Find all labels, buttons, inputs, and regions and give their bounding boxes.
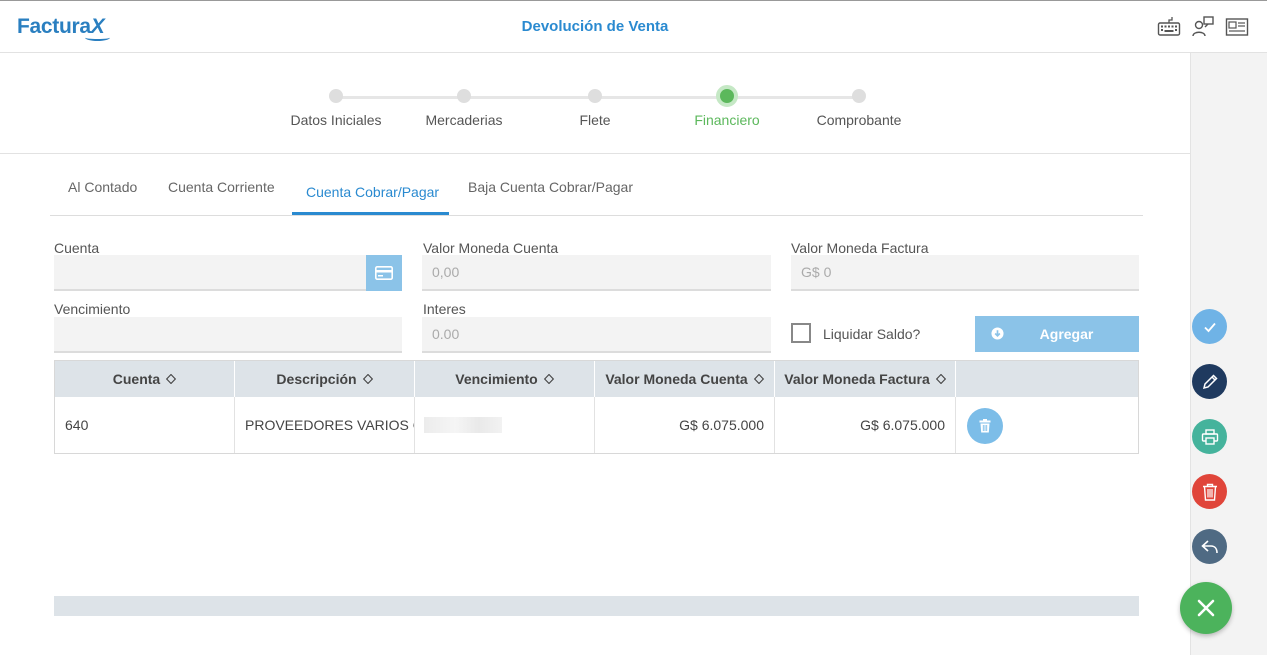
step-dot <box>852 89 866 103</box>
cell-valor-moneda-cuenta: G$ 6.075.000 <box>595 397 775 453</box>
actions-rail <box>1190 53 1267 655</box>
table-header: Cuenta Descripción Vencimiento Valor Mon… <box>55 361 1138 397</box>
app-header: FacturaX Devolución de Venta <box>0 1 1267 53</box>
table-footer-bar <box>54 596 1139 616</box>
cell-descripcion: PROVEEDORES VARIOS GS <box>235 397 415 453</box>
step-label: Datos Iniciales <box>290 112 382 128</box>
sort-icon <box>753 374 764 384</box>
step-label: Financiero <box>694 112 760 128</box>
vencimiento-label: Vencimiento <box>54 301 131 317</box>
page-title: Devolución de Venta <box>521 18 669 35</box>
column-header-cuenta[interactable]: Cuenta <box>55 361 235 397</box>
step-dot-active <box>716 85 738 107</box>
newspaper-icon[interactable] <box>1225 15 1249 39</box>
cell-cuenta: 640 <box>55 397 235 453</box>
header-icons <box>1157 15 1249 39</box>
sort-icon <box>543 374 554 384</box>
step-label: Flete <box>579 112 611 128</box>
column-title: Vencimiento <box>455 371 538 387</box>
edit-button[interactable] <box>1192 364 1227 399</box>
back-button[interactable] <box>1192 529 1227 564</box>
agregar-label: Agregar <box>1039 326 1094 342</box>
sort-icon <box>935 374 946 384</box>
delete-row-button[interactable] <box>967 408 1003 444</box>
sort-icon <box>166 374 177 384</box>
printer-icon <box>1201 428 1218 445</box>
close-fab-button[interactable] <box>1180 582 1232 634</box>
reply-icon <box>1200 539 1218 553</box>
column-title: Valor Moneda Factura <box>784 371 930 387</box>
credit-card-icon <box>375 266 393 280</box>
sort-icon <box>362 374 373 384</box>
liquidar-saldo-checkbox[interactable] <box>791 323 811 343</box>
confirm-button[interactable] <box>1192 309 1227 344</box>
valor-moneda-cuenta-label: Valor Moneda Cuenta <box>423 240 559 256</box>
step-dot <box>588 89 602 103</box>
step-comprobante[interactable]: Comprobante <box>789 89 929 128</box>
interes-label: Interes <box>423 301 466 317</box>
interes-input[interactable]: 0.00 <box>422 317 771 353</box>
column-header-descripcion[interactable]: Descripción <box>235 361 415 397</box>
delete-button[interactable] <box>1192 474 1227 509</box>
column-title: Valor Moneda Cuenta <box>605 371 748 387</box>
step-mercaderias[interactable]: Mercaderias <box>394 89 534 128</box>
pencil-icon <box>1202 373 1218 389</box>
column-header-valor-moneda-factura[interactable]: Valor Moneda Factura <box>775 361 956 397</box>
step-label: Comprobante <box>816 112 902 128</box>
trash-icon <box>1202 483 1217 501</box>
keyboard-icon[interactable] <box>1157 15 1181 39</box>
valor-moneda-factura-input[interactable]: G$ 0 <box>791 255 1139 291</box>
valor-moneda-cuenta-input[interactable]: 0,00 <box>422 255 771 291</box>
agregar-button[interactable]: Agregar <box>975 316 1139 352</box>
close-icon <box>1197 599 1215 617</box>
cuenta-lookup-button[interactable] <box>366 255 402 291</box>
users-icon[interactable] <box>1191 15 1215 39</box>
cell-valor-moneda-factura: G$ 6.075.000 <box>775 397 956 453</box>
step-dot <box>329 89 343 103</box>
step-financiero[interactable]: Financiero <box>657 85 797 128</box>
tab-cuenta-corriente[interactable]: Cuenta Corriente <box>168 179 275 195</box>
vencimiento-input[interactable] <box>54 317 402 353</box>
tab-baja-cuenta-cobrar-pagar[interactable]: Baja Cuenta Cobrar/Pagar <box>468 179 633 195</box>
print-button[interactable] <box>1192 419 1227 454</box>
cuenta-input[interactable] <box>54 255 366 291</box>
step-datos-iniciales[interactable]: Datos Iniciales <box>266 89 406 128</box>
column-header-valor-moneda-cuenta[interactable]: Valor Moneda Cuenta <box>595 361 775 397</box>
cuentas-table: Cuenta Descripción Vencimiento Valor Mon… <box>54 360 1139 454</box>
cell-actions <box>956 397 1138 453</box>
column-header-vencimiento[interactable]: Vencimiento <box>415 361 595 397</box>
check-icon <box>1203 322 1216 332</box>
cuenta-label: Cuenta <box>54 240 100 256</box>
table-row[interactable]: 640 PROVEEDORES VARIOS GS G$ 6.075.000 G… <box>55 397 1138 453</box>
column-title: Cuenta <box>112 371 161 387</box>
tab-cuenta-cobrar-pagar[interactable]: Cuenta Cobrar/Pagar <box>306 184 439 200</box>
column-title: Descripción <box>276 371 357 387</box>
trash-icon <box>979 419 991 433</box>
active-tab-indicator <box>292 212 449 215</box>
valor-moneda-factura-label: Valor Moneda Factura <box>791 240 929 256</box>
wizard-stepper: Datos Iniciales Mercaderias Flete Financ… <box>0 53 1190 154</box>
step-label: Mercaderias <box>425 112 503 128</box>
step-dot <box>457 89 471 103</box>
payment-tabs: Al Contado Cuenta Corriente Cuenta Cobra… <box>50 170 1143 216</box>
column-header-actions <box>956 361 1138 397</box>
tab-al-contado[interactable]: Al Contado <box>68 179 137 195</box>
redacted-value <box>424 417 502 433</box>
liquidar-saldo-label[interactable]: Liquidar Saldo? <box>823 326 920 342</box>
cell-vencimiento <box>415 397 595 453</box>
step-flete[interactable]: Flete <box>525 89 665 128</box>
